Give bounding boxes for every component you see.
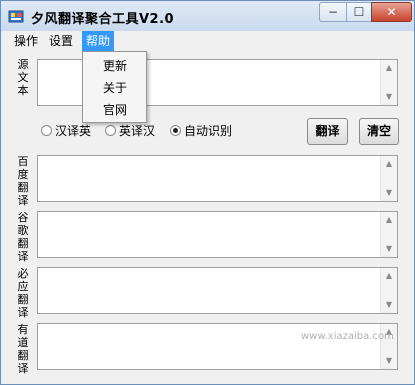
label-char: 译 xyxy=(17,362,29,375)
help-dropdown-menu: 更新 关于 官网 xyxy=(82,51,147,123)
window-title: 夕风翻译聚合工具V2.0 xyxy=(31,12,175,27)
bing-scrollbar[interactable]: ▲ ▼ xyxy=(380,268,397,313)
label-char: 译 xyxy=(17,194,29,207)
radio-auto-detect[interactable] xyxy=(170,125,181,136)
app-window: 夕风翻译聚合工具V2.0 − ☐ ✕ 操作 设置 帮助 更新 关于 官网 源 文… xyxy=(0,0,415,385)
label-char: 百 xyxy=(17,155,29,168)
source-scrollbar[interactable]: ▲ ▼ xyxy=(380,60,397,105)
label-char: 有 xyxy=(17,323,29,336)
scroll-up-icon[interactable]: ▲ xyxy=(381,213,397,227)
label-char: 度 xyxy=(17,168,29,181)
label-char: 译 xyxy=(17,250,29,263)
baidu-result-box[interactable]: ▲ ▼ xyxy=(37,155,398,202)
label-char: 应 xyxy=(17,280,29,293)
close-button[interactable]: ✕ xyxy=(371,2,412,22)
bing-result-box[interactable]: ▲ ▼ xyxy=(37,267,398,314)
maximize-button[interactable]: ☐ xyxy=(346,2,371,22)
radio-en-to-zh[interactable] xyxy=(105,125,116,136)
scroll-up-icon[interactable]: ▲ xyxy=(381,61,397,75)
menu-bar: 操作 设置 帮助 xyxy=(1,31,414,51)
label-char: 翻 xyxy=(17,181,29,194)
baidu-label: 百 度 翻 译 xyxy=(16,155,30,207)
label-char: 翻 xyxy=(17,293,29,306)
scroll-down-icon[interactable]: ▼ xyxy=(381,242,397,256)
title-bar[interactable]: 夕风翻译聚合工具V2.0 − ☐ ✕ xyxy=(1,1,414,31)
clear-button[interactable]: 清空 xyxy=(359,118,399,145)
source-label-char: 文 xyxy=(17,71,29,84)
youdao-label: 有 道 翻 译 xyxy=(16,323,30,375)
radio-en-to-zh-label[interactable]: 英译汉 xyxy=(119,122,155,139)
scroll-down-icon[interactable]: ▼ xyxy=(381,90,397,104)
scroll-up-icon[interactable]: ▲ xyxy=(381,269,397,283)
radio-zh-to-en[interactable] xyxy=(41,125,52,136)
google-result-box[interactable]: ▲ ▼ xyxy=(37,211,398,258)
scroll-up-icon[interactable]: ▲ xyxy=(381,157,397,171)
google-scrollbar[interactable]: ▲ ▼ xyxy=(380,212,397,257)
watermark: www.xiazaiba.com xyxy=(301,331,394,342)
app-icon xyxy=(8,10,24,23)
radio-zh-to-en-label[interactable]: 汉译英 xyxy=(55,122,91,139)
scroll-down-icon[interactable]: ▼ xyxy=(381,186,397,200)
scroll-down-icon[interactable]: ▼ xyxy=(381,298,397,312)
label-char: 歌 xyxy=(17,224,29,237)
bing-label: 必 应 翻 译 xyxy=(16,267,30,319)
label-char: 道 xyxy=(17,336,29,349)
menu-settings[interactable]: 设置 xyxy=(45,31,77,51)
menu-help[interactable]: 帮助 xyxy=(82,31,115,51)
label-char: 谷 xyxy=(17,211,29,224)
source-label-char: 本 xyxy=(17,84,29,97)
label-char: 译 xyxy=(17,306,29,319)
label-char: 翻 xyxy=(17,349,29,362)
label-char: 翻 xyxy=(17,237,29,250)
radio-auto-detect-label[interactable]: 自动识别 xyxy=(184,122,232,139)
menu-item-about[interactable]: 关于 xyxy=(103,79,127,97)
menu-operate[interactable]: 操作 xyxy=(10,31,42,51)
label-char: 必 xyxy=(17,267,29,280)
google-label: 谷 歌 翻 译 xyxy=(16,211,30,263)
translate-button[interactable]: 翻译 xyxy=(307,118,348,145)
minimize-button[interactable]: − xyxy=(319,2,346,22)
baidu-scrollbar[interactable]: ▲ ▼ xyxy=(380,156,397,201)
source-label-char: 源 xyxy=(17,58,29,71)
menu-item-update[interactable]: 更新 xyxy=(103,57,127,75)
menu-item-website[interactable]: 官网 xyxy=(103,101,127,119)
scroll-down-icon[interactable]: ▼ xyxy=(381,354,397,368)
source-label: 源 文 本 xyxy=(16,58,30,97)
